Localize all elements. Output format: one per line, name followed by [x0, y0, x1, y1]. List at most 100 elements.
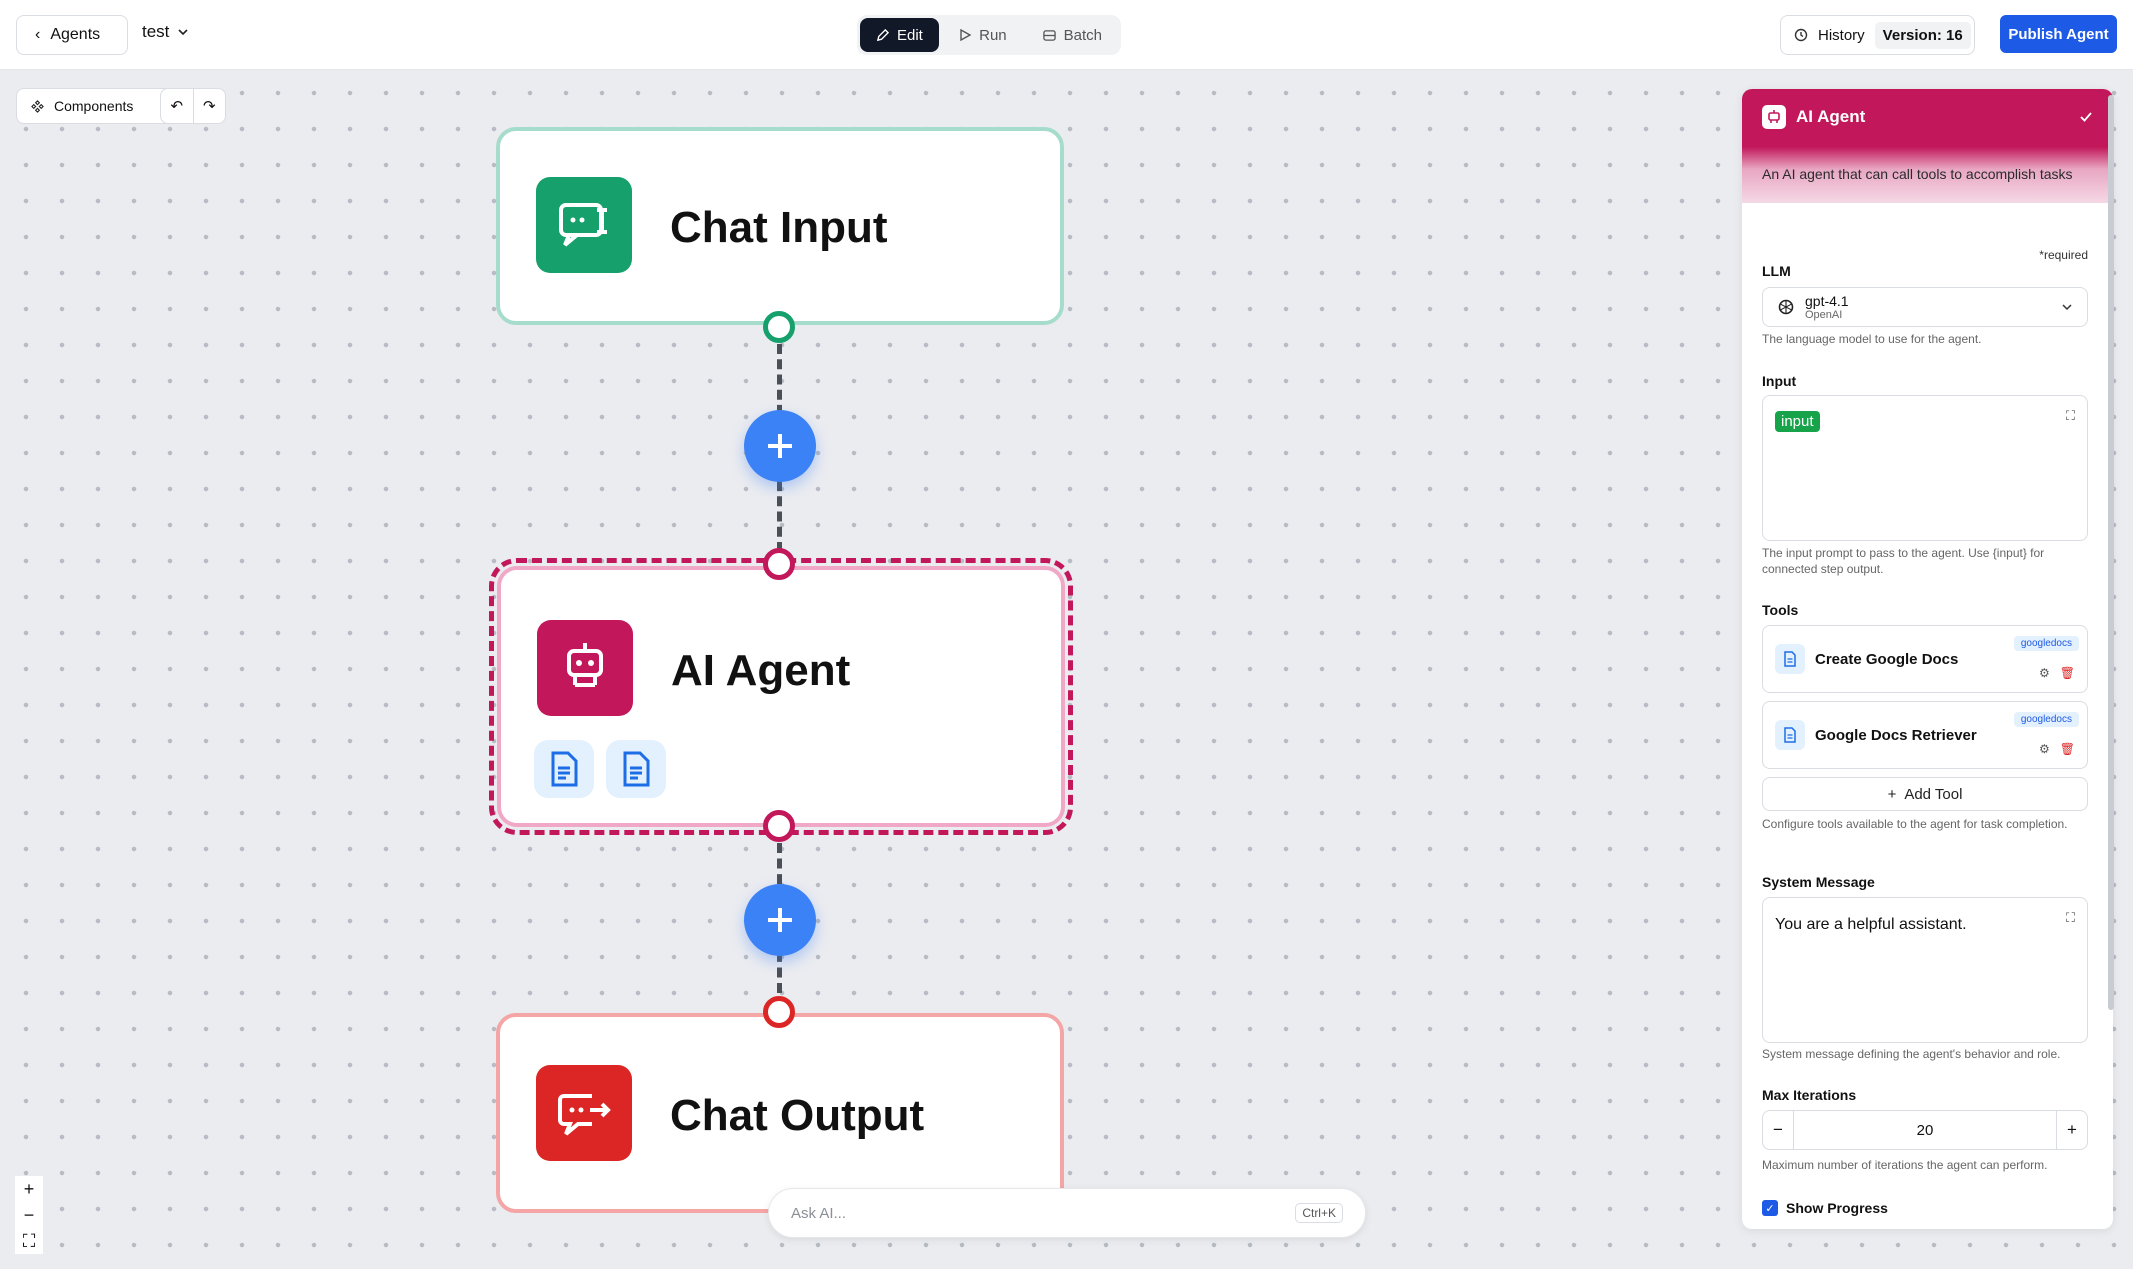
plus-icon: +: [1887, 785, 1897, 803]
chevron-down-icon: [2062, 304, 2072, 311]
settings-icon[interactable]: ⚙: [2039, 742, 2050, 756]
pencil-icon: [876, 28, 889, 41]
system-message-field[interactable]: You are a helpful assistant. ⛶: [1762, 897, 2088, 1043]
zoom-in-icon[interactable]: +: [15, 1176, 43, 1202]
agent-name: test: [142, 22, 170, 41]
input-field[interactable]: input ⛶: [1762, 395, 2088, 541]
add-tool-button[interactable]: + Add Tool: [1762, 777, 2088, 811]
input-handle[interactable]: [763, 548, 795, 580]
max-iterations-value[interactable]: 20: [1793, 1111, 2057, 1149]
chevron-left-icon: ‹: [35, 26, 41, 43]
google-docs-icon: [1775, 644, 1805, 674]
llm-provider: OpenAI: [1805, 308, 1843, 321]
robot-icon: [1762, 105, 1786, 129]
input-variable-chip[interactable]: input: [1775, 411, 1820, 432]
llm-label: LLM: [1762, 263, 1791, 279]
llm-hint: The language model to use for the agent.: [1762, 332, 1982, 346]
tool-actions: ⚙ 🗑: [2039, 666, 2075, 680]
max-iterations-label: Max Iterations: [1762, 1087, 1857, 1103]
output-handle[interactable]: [763, 810, 795, 842]
trash-icon[interactable]: 🗑: [2060, 742, 2075, 756]
show-progress-checkbox[interactable]: ✓: [1762, 1200, 1778, 1216]
tab-run-label: Run: [979, 26, 1007, 44]
tab-run[interactable]: Run: [943, 18, 1023, 52]
tool-card-create-google-docs[interactable]: Create Google Docs googledocs ⚙ 🗑: [1762, 625, 2088, 693]
back-to-agents-button[interactable]: ‹ Agents: [16, 15, 128, 55]
required-note: *required: [2039, 248, 2088, 262]
openai-icon: [1778, 299, 1794, 315]
input-label: Input: [1762, 373, 1797, 389]
tab-edit[interactable]: Edit: [860, 18, 940, 52]
ask-ai-placeholder: Ask AI...: [791, 1204, 847, 1222]
increment-icon[interactable]: +: [2057, 1120, 2087, 1140]
undo-icon[interactable]: ↶: [161, 89, 194, 123]
system-message-label: System Message: [1762, 874, 1875, 890]
mode-switcher: Edit Run Batch: [857, 15, 1121, 55]
system-message-value: You are a helpful assistant.: [1775, 916, 1967, 933]
shortcut-badge: Ctrl+K: [1295, 1203, 1343, 1223]
add-step-button[interactable]: [744, 410, 816, 482]
redo-icon[interactable]: ↷: [194, 89, 226, 123]
expand-icon[interactable]: ⛶: [2066, 910, 2075, 926]
ask-ai-input[interactable]: Ask AI... Ctrl+K: [768, 1188, 1366, 1238]
node-settings-panel: AI Agent An AI agent that can call tools…: [1742, 89, 2113, 1229]
agent-name-select[interactable]: test: [142, 22, 189, 42]
back-label: Agents: [50, 26, 101, 43]
settings-icon[interactable]: ⚙: [2039, 666, 2050, 680]
tab-batch-label: Batch: [1063, 26, 1102, 44]
tool-card-google-docs-retriever[interactable]: Google Docs Retriever googledocs ⚙ 🗑: [1762, 701, 2088, 769]
node-title: Chat Output: [670, 1091, 925, 1140]
check-icon[interactable]: [2079, 110, 2093, 124]
history-icon: [1794, 28, 1808, 42]
google-docs-tool-icon[interactable]: [606, 740, 666, 798]
expand-icon[interactable]: ⛶: [2066, 408, 2075, 424]
input-handle[interactable]: [763, 996, 795, 1028]
history-label: History: [1818, 26, 1865, 44]
add-step-button[interactable]: [744, 884, 816, 956]
tool-tag: googledocs: [2013, 712, 2079, 727]
publish-agent-button[interactable]: Publish Agent: [2000, 15, 2117, 53]
zoom-out-icon[interactable]: −: [15, 1202, 43, 1228]
output-handle[interactable]: [763, 311, 795, 343]
undo-redo-group: ↶ ↷: [160, 88, 226, 124]
add-tool-label: Add Tool: [1904, 785, 1963, 803]
fit-view-icon[interactable]: ⛶: [15, 1228, 43, 1254]
chat-output-icon: [536, 1065, 632, 1161]
max-iterations-stepper[interactable]: − 20 +: [1762, 1110, 2088, 1150]
tab-edit-label: Edit: [897, 26, 923, 44]
tool-tag: googledocs: [2013, 636, 2079, 651]
tools-label: Tools: [1762, 602, 1799, 618]
batch-icon: [1042, 29, 1056, 41]
components-label: Components: [54, 98, 134, 114]
panel-scrollbar[interactable]: [2108, 95, 2114, 1010]
zoom-controls: + − ⛶: [15, 1176, 43, 1254]
version-badge: Version: 16: [1874, 21, 1971, 49]
llm-model: gpt-4.1: [1805, 292, 1849, 309]
history-button[interactable]: History Version: 16: [1780, 15, 1975, 55]
plus-icon: [768, 434, 792, 458]
chevron-down-icon: [178, 29, 188, 36]
show-progress-label: Show Progress: [1786, 1200, 1888, 1216]
trash-icon[interactable]: 🗑: [2060, 666, 2075, 680]
google-docs-tool-icon[interactable]: [534, 740, 594, 798]
tool-actions: ⚙ 🗑: [2039, 742, 2075, 756]
node-ai-agent[interactable]: AI Agent: [489, 558, 1073, 835]
tools-hint: Configure tools available to the agent f…: [1762, 817, 2068, 831]
panel-description: An AI agent that can call tools to accom…: [1762, 166, 2073, 182]
node-chat-output[interactable]: Chat Output: [496, 1013, 1064, 1213]
show-progress-row[interactable]: ✓ Show Progress: [1762, 1200, 1888, 1216]
decrement-icon[interactable]: −: [1763, 1120, 1793, 1140]
llm-select[interactable]: gpt-4.1 OpenAI: [1762, 287, 2088, 327]
node-chat-input[interactable]: Chat Input: [496, 127, 1064, 325]
chat-input-icon: [536, 177, 632, 273]
top-bar: ‹ Agents test Edit Run Batch History Ver…: [0, 0, 2133, 70]
tool-name: Google Docs Retriever: [1815, 726, 1977, 744]
play-icon: [960, 29, 972, 41]
panel-title[interactable]: AI Agent: [1796, 107, 2069, 127]
max-iterations-hint: Maximum number of iterations the agent c…: [1762, 1158, 2048, 1172]
input-hint: The input prompt to pass to the agent. U…: [1762, 546, 2045, 576]
tool-name: Create Google Docs: [1815, 650, 1959, 668]
google-docs-icon: [1775, 720, 1805, 750]
tab-batch[interactable]: Batch: [1027, 18, 1118, 52]
node-title: AI Agent: [671, 646, 851, 695]
